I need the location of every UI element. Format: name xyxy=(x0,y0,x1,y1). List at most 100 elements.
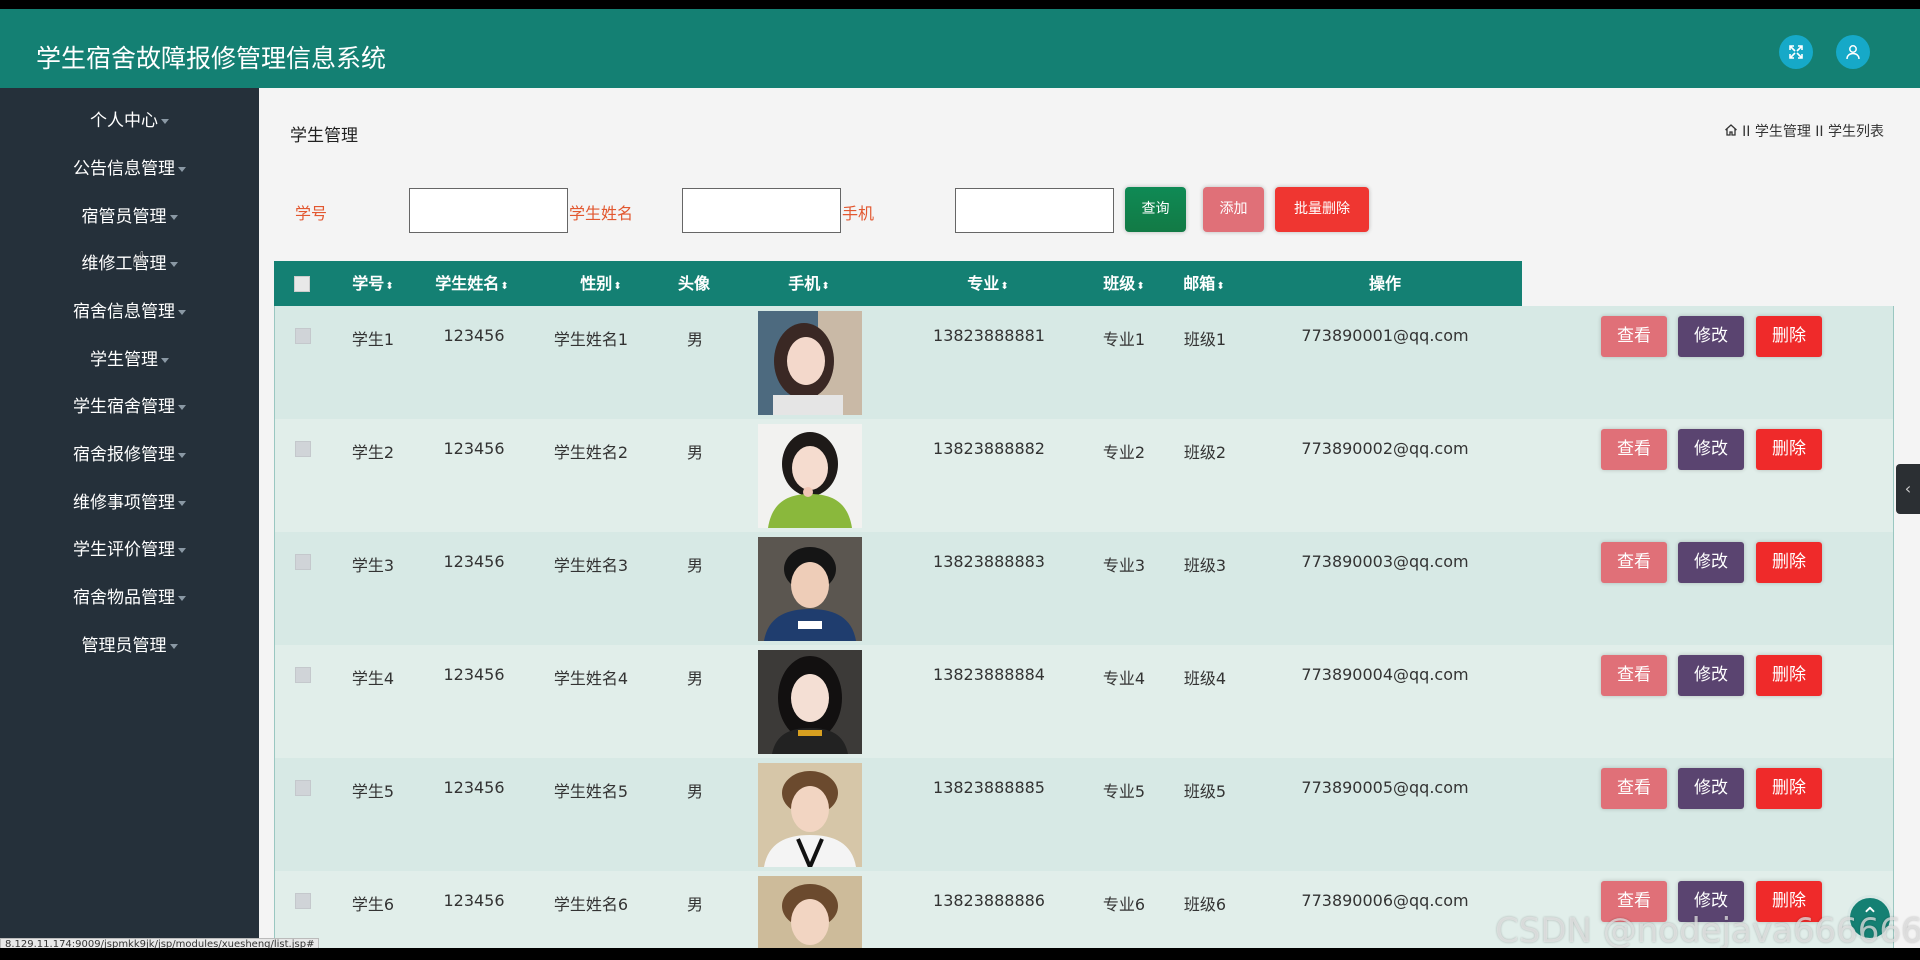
column-header-class[interactable]: 班级⬍ xyxy=(1103,261,1144,306)
sidebar-item-repair-matters[interactable]: 维修事项管理 xyxy=(0,479,259,527)
cell-name: 学生姓名4 xyxy=(553,669,629,688)
row-checkbox[interactable] xyxy=(295,554,311,570)
cell-email: 773890006@qq.com xyxy=(1301,891,1469,910)
sidebar-item-label: 宿舍报修管理 xyxy=(73,445,175,465)
cell-xuehao: 学生6 xyxy=(351,895,395,914)
sidebar-item-label: 学生管理 xyxy=(90,350,158,370)
cell-name: 学生姓名1 xyxy=(553,330,629,349)
column-header-gender[interactable]: 性别⬍ xyxy=(580,261,621,306)
sidebar-item-dorm-manager[interactable]: 宿管员管理 xyxy=(0,193,259,241)
sort-icon: ⬍ xyxy=(1000,281,1009,292)
screen-bottom-border xyxy=(0,948,1920,960)
cell-xuehao: 学生1 xyxy=(351,330,395,349)
row-checkbox[interactable] xyxy=(295,893,311,909)
sidebar-item-personal-center[interactable]: 个人中心 xyxy=(0,97,259,145)
sidebar-item-repairman[interactable]: 维修工管理 xyxy=(0,240,259,288)
sort-icon: ⬍ xyxy=(385,281,394,292)
row-checkbox[interactable] xyxy=(295,780,311,796)
sort-icon: ⬍ xyxy=(1216,281,1225,292)
column-header-phone[interactable]: 手机⬍ xyxy=(788,261,829,306)
cell-name: 学生姓名5 xyxy=(553,782,629,801)
row-checkbox[interactable] xyxy=(295,328,311,344)
edit-button[interactable]: 修改 xyxy=(1678,316,1744,357)
row-checkbox[interactable] xyxy=(295,441,311,457)
batch-delete-button[interactable]: 批量删除 xyxy=(1275,187,1369,232)
cell-gender: 男 xyxy=(686,669,704,688)
cell-name: 学生姓名2 xyxy=(553,443,629,462)
cell-major: 专业3 xyxy=(1102,556,1146,575)
cell-email: 773890004@qq.com xyxy=(1301,665,1469,684)
sort-icon: ⬍ xyxy=(821,281,830,292)
student-name-input[interactable] xyxy=(682,188,841,233)
page-title: 学生管理 xyxy=(290,126,358,146)
cell-major: 专业2 xyxy=(1102,443,1146,462)
sidebar-item-dorm-goods[interactable]: 宿舍物品管理 xyxy=(0,574,259,622)
view-button[interactable]: 查看 xyxy=(1601,429,1667,470)
delete-button[interactable]: 删除 xyxy=(1756,316,1822,357)
watermark: CSDN @nodejava666666 xyxy=(1495,911,1920,948)
home-icon[interactable] xyxy=(1724,123,1738,137)
hand-cursor-icon: ☝ xyxy=(132,248,146,273)
delete-button[interactable]: 删除 xyxy=(1756,429,1822,470)
fullscreen-icon[interactable] xyxy=(1779,35,1813,69)
chevron-down-icon xyxy=(169,643,178,649)
select-all-checkbox[interactable] xyxy=(294,276,310,292)
cell-xuehao: 学生2 xyxy=(351,443,395,462)
cell-email: 773890002@qq.com xyxy=(1301,439,1469,458)
add-button[interactable]: 添加 xyxy=(1203,187,1264,232)
cell-password: 123456 xyxy=(443,665,505,684)
table-row: 学生5 123456 学生姓名5 男 13823888885 专业5 班级5 7… xyxy=(275,758,1893,871)
table-body: 学生1 123456 学生姓名1 男 13823888881 专业1 班级1 7… xyxy=(274,306,1894,948)
sidebar-item-student-rating[interactable]: 学生评价管理 xyxy=(0,526,259,574)
sidebar-item-dorm-repair[interactable]: 宿舍报修管理 xyxy=(0,431,259,479)
user-icon[interactable] xyxy=(1836,35,1870,69)
view-button[interactable]: 查看 xyxy=(1601,316,1667,357)
chevron-down-icon xyxy=(178,404,186,410)
sidebar-item-student-dorm[interactable]: 学生宿舍管理 xyxy=(0,383,259,431)
edit-button[interactable]: 修改 xyxy=(1678,768,1744,809)
edit-button[interactable]: 修改 xyxy=(1678,429,1744,470)
cell-email: 773890001@qq.com xyxy=(1301,326,1469,345)
chevron-left-icon[interactable]: ‹ xyxy=(1896,464,1920,514)
column-header-name[interactable]: 学生姓名⬍ xyxy=(435,261,508,306)
sort-icon: ⬍ xyxy=(1136,281,1145,292)
column-header-major[interactable]: 专业⬍ xyxy=(967,261,1008,306)
column-header-xuehao[interactable]: 学号⬍ xyxy=(352,261,393,306)
sidebar-item-students[interactable]: 学生管理 xyxy=(0,336,259,384)
sidebar-item-notice[interactable]: 公告信息管理 xyxy=(0,145,259,193)
sort-icon: ⬍ xyxy=(613,281,622,292)
cell-class: 班级1 xyxy=(1183,330,1227,349)
cell-password: 123456 xyxy=(443,778,505,797)
avatar xyxy=(758,650,862,754)
view-button[interactable]: 查看 xyxy=(1601,655,1667,696)
sidebar-item-label: 宿舍物品管理 xyxy=(73,588,175,608)
sidebar-item-label: 维修工管理 xyxy=(81,254,167,274)
xuehao-input[interactable] xyxy=(409,188,568,233)
cell-password: 123456 xyxy=(443,326,505,345)
edit-button[interactable]: 修改 xyxy=(1678,542,1744,583)
app-title: 学生宿舍故障报修管理信息系统 xyxy=(36,44,387,73)
view-button[interactable]: 查看 xyxy=(1601,768,1667,809)
view-button[interactable]: 查看 xyxy=(1601,542,1667,583)
sidebar-item-admins[interactable]: 管理员管理 xyxy=(0,622,259,670)
query-button[interactable]: 查询 xyxy=(1125,187,1186,232)
phone-input[interactable] xyxy=(955,188,1114,233)
cell-major: 专业1 xyxy=(1102,330,1146,349)
delete-button[interactable]: 删除 xyxy=(1756,655,1822,696)
status-bar-url: 8.129.11.174:9009/jspmkk9jk/jsp/modules/… xyxy=(0,938,320,948)
cell-gender: 男 xyxy=(686,443,704,462)
cell-phone: 13823888882 xyxy=(933,439,1045,458)
column-header-email[interactable]: 邮箱⬍ xyxy=(1183,261,1224,306)
edit-button[interactable]: 修改 xyxy=(1678,655,1744,696)
delete-button[interactable]: 删除 xyxy=(1756,542,1822,583)
chevron-down-icon xyxy=(178,547,186,553)
breadcrumb: II 学生管理 II 学生列表 xyxy=(1724,121,1884,141)
sidebar-item-dorm-info[interactable]: 宿舍信息管理 xyxy=(0,288,259,336)
cell-major: 专业5 xyxy=(1102,782,1146,801)
cell-email: 773890003@qq.com xyxy=(1301,552,1469,571)
sidebar-item-label: 管理员管理 xyxy=(81,636,167,656)
delete-button[interactable]: 删除 xyxy=(1756,768,1822,809)
sidebar-item-label: 学生宿舍管理 xyxy=(73,397,175,417)
sidebar-item-label: 宿管员管理 xyxy=(81,207,167,227)
row-checkbox[interactable] xyxy=(295,667,311,683)
